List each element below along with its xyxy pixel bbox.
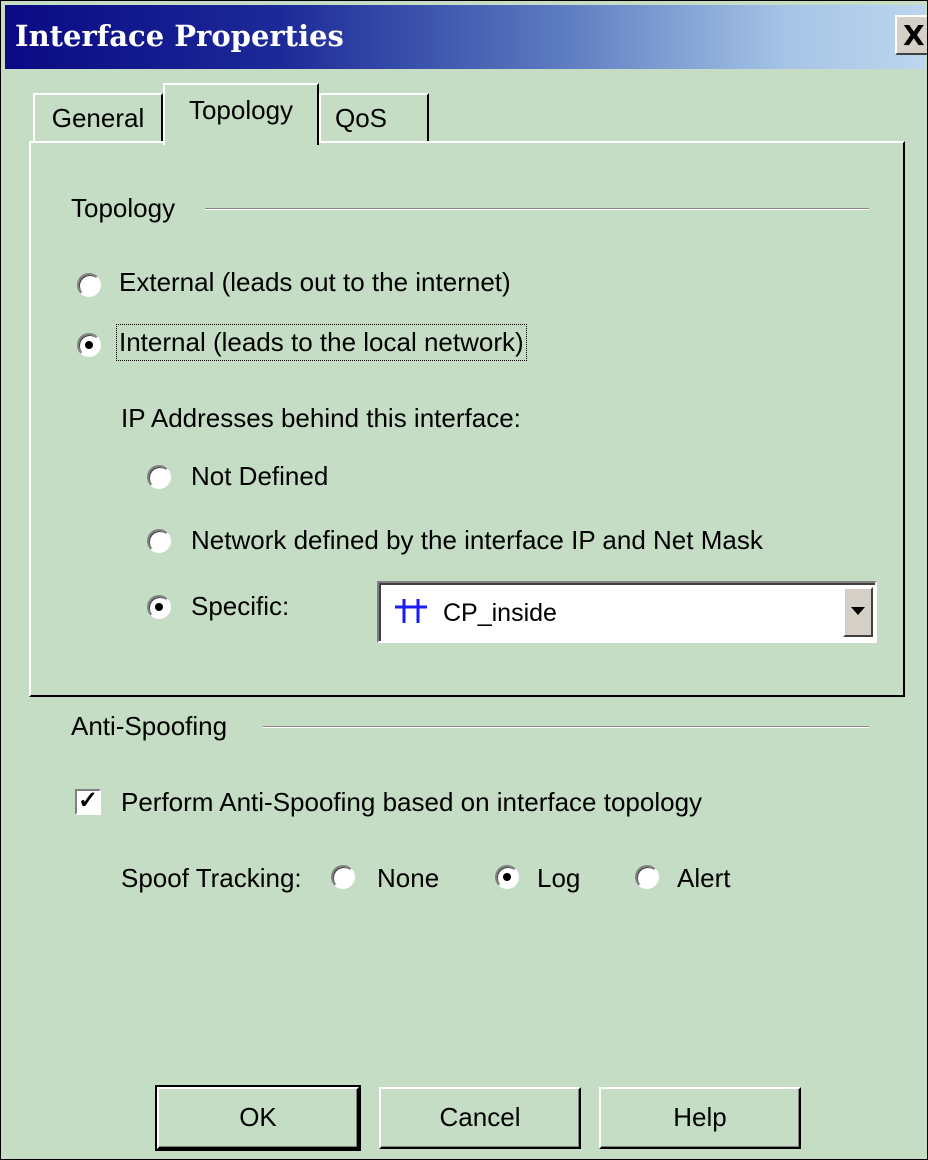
tab-general[interactable]: General [33,93,163,141]
anti-spoofing-group-label: Anti-Spoofing [71,711,228,741]
ip-addresses-label: IP Addresses behind this interface: [121,403,521,433]
not-defined-label[interactable]: Not Defined [191,461,328,492]
interface-properties-dialog: Interface Properties X General Topology … [0,0,928,1160]
spoof-tracking-log-radio[interactable] [495,865,519,889]
perform-anti-spoofing-checkbox[interactable]: ✓ [75,789,101,815]
specific-label[interactable]: Specific: [191,591,289,622]
specific-network-select[interactable]: CP_inside [377,581,877,643]
anti-spoofing-group-divider [263,726,869,728]
spoof-tracking-alert-radio[interactable] [635,865,659,889]
spoof-tracking-label: Spoof Tracking: [121,863,302,893]
topology-group-divider [205,208,869,210]
spoof-tracking-none-label[interactable]: None [377,863,439,894]
ok-button[interactable]: OK [155,1085,361,1151]
window-title: Interface Properties [15,19,344,53]
not-defined-radio[interactable] [147,465,171,489]
external-radio[interactable] [77,273,101,297]
dropdown-arrow-button[interactable] [843,587,873,637]
spoof-tracking-log-label[interactable]: Log [537,863,580,894]
perform-anti-spoofing-label[interactable]: Perform Anti-Spoofing based on interface… [121,787,702,818]
help-button[interactable]: Help [599,1087,801,1149]
specific-network-value: CP_inside [443,599,557,627]
network-object-icon [395,599,427,623]
network-defined-label[interactable]: Network defined by the interface IP and … [191,525,763,556]
close-button[interactable]: X [895,15,927,55]
network-defined-radio[interactable] [147,529,171,553]
internal-radio[interactable] [77,333,101,357]
cancel-button[interactable]: Cancel [379,1087,581,1149]
title-bar[interactable]: Interface Properties [5,5,925,69]
internal-radio-label[interactable]: Internal (leads to the local network) [116,324,527,361]
spoof-tracking-alert-label[interactable]: Alert [677,863,730,894]
spoof-tracking-none-radio[interactable] [331,865,355,889]
tab-topology[interactable]: Topology [163,83,319,145]
specific-radio[interactable] [147,595,171,619]
topology-group-label: Topology [71,193,176,223]
external-radio-label[interactable]: External (leads out to the internet) [119,267,511,298]
tab-qos[interactable]: QoS [319,93,429,141]
